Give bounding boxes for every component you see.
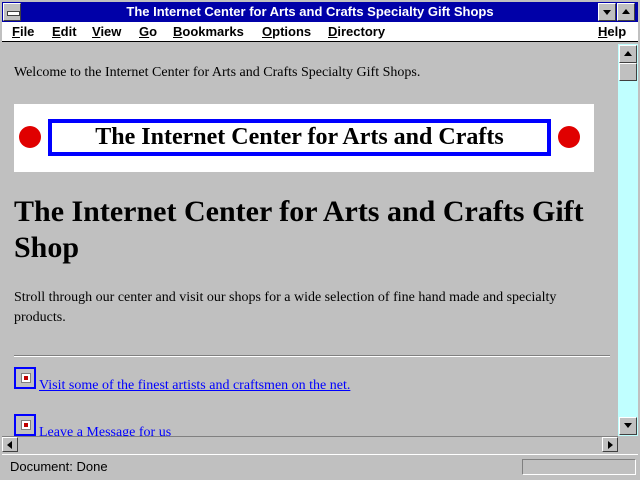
arrow-left-icon xyxy=(7,441,12,449)
scroll-up-button[interactable] xyxy=(619,45,637,63)
arrow-down-icon xyxy=(624,423,632,428)
intro-paragraph: Stroll through our center and visit our … xyxy=(14,290,557,325)
scrollbar-corner xyxy=(618,436,638,452)
broken-image-icon[interactable] xyxy=(14,414,36,436)
red-dot-icon xyxy=(19,126,41,148)
menu-file[interactable]: File xyxy=(12,23,34,41)
banner-title: The Internet Center for Arts and Crafts xyxy=(48,119,551,156)
menu-bar: File Edit View Go Bookmarks Options Dire… xyxy=(2,22,638,42)
minimize-icon xyxy=(603,10,611,15)
vertical-scrollbar[interactable] xyxy=(618,44,638,436)
link-row-artists[interactable]: Visit some of the finest artists and cra… xyxy=(14,367,374,393)
link-row-message[interactable]: Leave a Message for us xyxy=(14,414,214,436)
menu-directory[interactable]: Directory xyxy=(328,23,385,41)
scroll-right-button[interactable] xyxy=(602,437,618,452)
browser-window: The Internet Center for Arts and Crafts … xyxy=(0,0,640,480)
welcome-text: Welcome to the Internet Center for Arts … xyxy=(14,65,421,80)
maximize-icon xyxy=(622,9,630,14)
page-heading: The Internet Center for Arts and Crafts … xyxy=(14,195,584,264)
scroll-left-button[interactable] xyxy=(2,437,18,452)
menu-view[interactable]: View xyxy=(92,23,121,41)
status-text: Document: Done xyxy=(10,459,108,474)
link-artists[interactable]: Visit some of the finest artists and cra… xyxy=(39,377,350,395)
progress-indicator xyxy=(522,459,636,475)
maximize-button[interactable] xyxy=(617,3,635,21)
link-leave-message[interactable]: Leave a Message for us xyxy=(39,424,171,436)
menu-edit[interactable]: Edit xyxy=(52,23,77,41)
red-dot-icon xyxy=(558,126,580,148)
banner-image: The Internet Center for Arts and Crafts xyxy=(14,104,594,172)
menu-help[interactable]: Help xyxy=(598,23,626,41)
scroll-down-button[interactable] xyxy=(619,417,637,435)
minimize-button[interactable] xyxy=(598,3,616,21)
menu-go[interactable]: Go xyxy=(139,23,157,41)
arrow-right-icon xyxy=(608,441,613,449)
broken-image-icon[interactable] xyxy=(14,367,36,389)
window-title: The Internet Center for Arts and Crafts … xyxy=(126,4,494,19)
menu-options[interactable]: Options xyxy=(262,23,311,41)
arrow-up-icon xyxy=(624,51,632,56)
system-menu-icon[interactable] xyxy=(3,3,21,21)
scroll-thumb[interactable] xyxy=(619,63,637,81)
status-bar: Document: Done xyxy=(2,454,638,478)
document-view[interactable]: Welcome to the Internet Center for Arts … xyxy=(2,44,618,436)
menu-bookmarks[interactable]: Bookmarks xyxy=(173,23,244,41)
horizontal-scrollbar[interactable] xyxy=(2,436,618,452)
horizontal-rule xyxy=(14,355,610,357)
